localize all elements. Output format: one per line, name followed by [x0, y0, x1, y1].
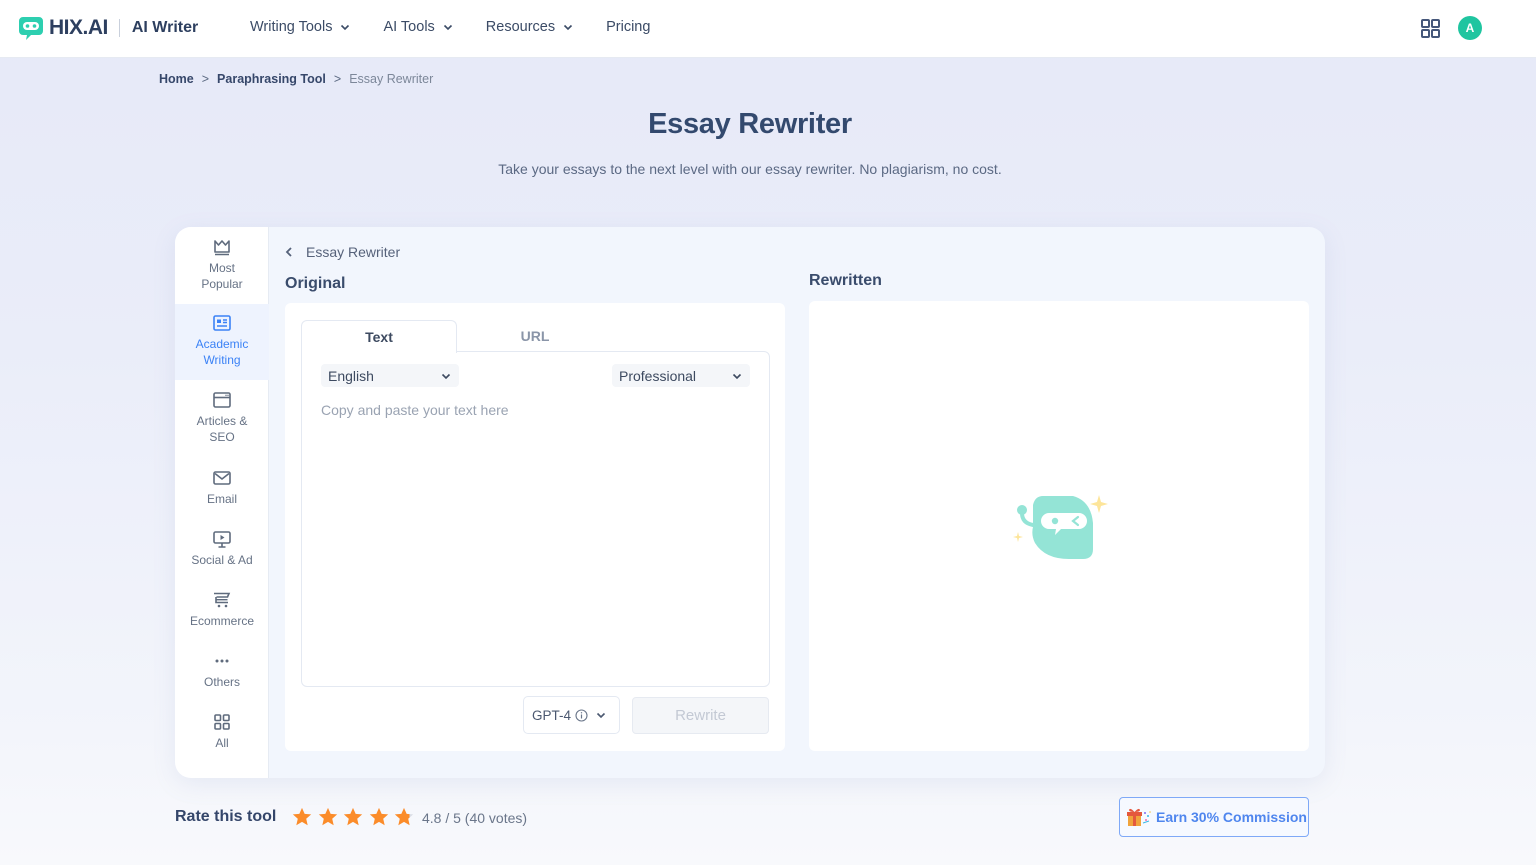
- breadcrumb: Home > Paraphrasing Tool > Essay Rewrite…: [159, 72, 433, 86]
- chevron-down-icon: [564, 24, 573, 31]
- rewritten-section-title: Rewritten: [809, 272, 882, 289]
- star-icon[interactable]: [368, 806, 390, 828]
- earn-commission-label: Earn 30% Commission: [1156, 809, 1307, 825]
- brand-name: HIX.AI: [49, 16, 108, 39]
- rating-value: 4.8 / 5 (40 votes): [422, 810, 528, 826]
- chevron-down-icon: [443, 24, 452, 31]
- browser-window-icon: [213, 392, 231, 408]
- chevron-down-icon: [441, 373, 451, 380]
- chevron-down-icon: [732, 373, 742, 380]
- sidebar-item-email[interactable]: Email: [175, 468, 269, 518]
- rewrite-button[interactable]: Rewrite: [632, 697, 769, 734]
- text-input-placeholder[interactable]: Copy and paste your text here: [321, 402, 509, 418]
- gift-icon: [1127, 808, 1151, 826]
- original-panel: Text URL English Professional Copy and p…: [285, 303, 785, 751]
- hix-logo-icon: [19, 17, 43, 40]
- breadcrumb-separator: >: [201, 72, 210, 86]
- tone-select[interactable]: Professional: [612, 364, 750, 387]
- rate-tool-label: Rate this tool: [175, 808, 277, 825]
- tab-text[interactable]: Text: [301, 320, 457, 353]
- text-editor[interactable]: English Professional Copy and paste your…: [301, 351, 770, 687]
- more-dots-icon: [215, 659, 229, 663]
- info-icon[interactable]: [575, 708, 588, 722]
- brand-logo[interactable]: HIX.AI AI Writer: [18, 15, 198, 41]
- sidebar-item-label: Articles & SEO: [196, 414, 248, 444]
- nav-pricing[interactable]: Pricing: [606, 19, 650, 35]
- breadcrumb-current: Essay Rewriter: [349, 72, 434, 86]
- breadcrumb-paraphrasing-tool[interactable]: Paraphrasing Tool: [217, 72, 326, 86]
- sidebar-item-label: Most Popular: [201, 261, 243, 291]
- breadcrumb-home[interactable]: Home: [159, 72, 194, 86]
- earn-commission-button[interactable]: Earn 30% Commission: [1119, 797, 1309, 837]
- sidebar-item-most-popular[interactable]: Most Popular: [175, 237, 269, 303]
- page-title: Essay Rewriter: [648, 108, 852, 140]
- tab-url[interactable]: URL: [457, 320, 613, 352]
- tone-value: Professional: [619, 367, 697, 384]
- tool-card: Most Popular Academic Writing Articles &…: [175, 227, 1325, 778]
- sidebar-item-all[interactable]: All: [175, 712, 269, 762]
- nav-label: Pricing: [606, 19, 651, 35]
- main-nav: Writing Tools AI Tools Resources Pricing: [250, 19, 683, 35]
- crown-icon: [214, 240, 230, 256]
- sidebar-item-label: All: [215, 736, 229, 750]
- grid-icon: [214, 714, 230, 730]
- nav-ai-tools[interactable]: AI Tools: [383, 19, 452, 35]
- sidebar-item-label: Others: [203, 675, 240, 689]
- language-value: English: [328, 367, 374, 384]
- breadcrumb-separator: >: [333, 72, 342, 86]
- nav-writing-tools[interactable]: Writing Tools: [250, 19, 350, 35]
- user-avatar[interactable]: A: [1458, 16, 1482, 40]
- logo-divider: [118, 19, 120, 37]
- apps-grid-icon[interactable]: [1421, 19, 1440, 38]
- back-label: Essay Rewriter: [306, 244, 401, 260]
- chevron-left-icon: [285, 247, 292, 257]
- star-icon[interactable]: [291, 806, 313, 828]
- presentation-play-icon: [213, 531, 231, 548]
- sidebar-item-social-ad[interactable]: Social & Ad: [175, 529, 269, 579]
- sidebar-item-label: Social & Ad: [191, 553, 253, 567]
- top-header: HIX.AI AI Writer Writing Tools AI Tools …: [0, 0, 1536, 58]
- category-sidebar: Most Popular Academic Writing Articles &…: [175, 227, 269, 778]
- star-rating[interactable]: [291, 806, 419, 828]
- page-subtitle: Take your essays to the next level with …: [498, 161, 1002, 177]
- sidebar-item-label: Email: [206, 492, 237, 506]
- nav-label: AI Tools: [383, 19, 435, 35]
- model-value: GPT-4: [532, 707, 572, 723]
- sidebar-item-label: Ecommerce: [189, 614, 254, 628]
- nav-label: Resources: [485, 19, 556, 35]
- sidebar-item-academic-writing[interactable]: Academic Writing: [175, 304, 269, 380]
- chevron-down-icon: [341, 24, 350, 31]
- nav-label: Writing Tools: [250, 19, 333, 35]
- star-icon-partial[interactable]: [393, 806, 415, 828]
- envelope-icon: [213, 471, 231, 485]
- chevron-down-icon: [596, 712, 606, 719]
- sidebar-item-ecommerce[interactable]: Ecommerce: [175, 590, 269, 640]
- model-select[interactable]: GPT-4: [523, 696, 620, 734]
- product-name: AI Writer: [131, 19, 199, 36]
- rewritten-panel: [809, 301, 1309, 751]
- sidebar-item-articles-seo[interactable]: Articles & SEO: [175, 390, 269, 456]
- newspaper-icon: [213, 315, 231, 331]
- star-icon[interactable]: [317, 806, 339, 828]
- sidebar-item-label: Academic Writing: [195, 337, 249, 367]
- language-select[interactable]: English: [321, 364, 459, 387]
- robot-mascot-icon: [1013, 495, 1108, 559]
- back-to-tool-button[interactable]: Essay Rewriter: [283, 244, 400, 260]
- sidebar-item-others[interactable]: Others: [175, 651, 269, 701]
- cart-icon: [214, 592, 231, 608]
- nav-resources[interactable]: Resources: [486, 19, 573, 35]
- original-section-title: Original: [285, 275, 346, 292]
- star-icon[interactable]: [342, 806, 364, 828]
